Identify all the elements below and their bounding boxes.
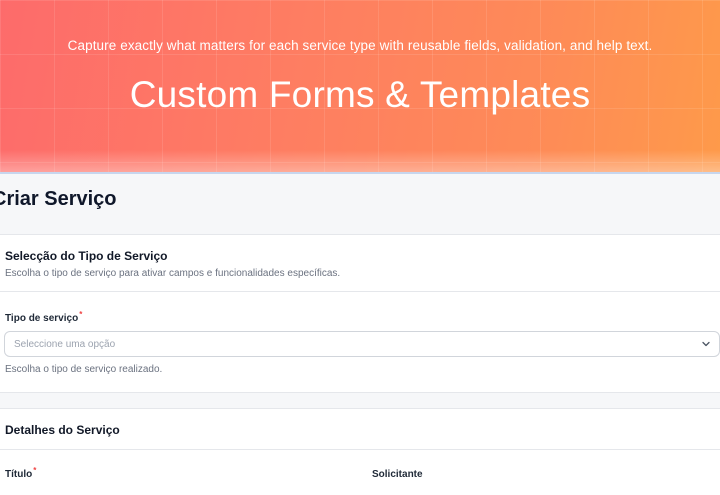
service-type-label-text: Tipo de serviço [5, 313, 79, 324]
app-window: Criar Serviço Selecção do Tipo de Serviç… [0, 172, 720, 495]
title-field-label-text: Título [5, 469, 33, 480]
service-type-help: Escolha o tipo de serviço realizado. [5, 364, 163, 375]
chevron-down-icon [702, 341, 710, 347]
service-type-section-description: Escolha o tipo de serviço para ativar ca… [5, 268, 341, 279]
service-type-select[interactable]: Seleccione uma opção [4, 331, 720, 357]
required-mark: * [79, 310, 83, 319]
hero-title: Custom Forms & Templates [129, 74, 591, 115]
service-details-card: Detalhes do Serviço Título* Solicitante [0, 408, 720, 495]
details-section-title: Detalhes do Serviço [5, 423, 120, 437]
page-title: Criar Serviço [0, 188, 117, 210]
section-divider [0, 449, 720, 450]
hero-banner: Capture exactly what matters for each se… [0, 0, 720, 172]
service-type-label: Tipo de serviço* [5, 310, 83, 324]
title-field-label: Título* [5, 466, 37, 480]
required-mark: * [33, 466, 37, 475]
requester-field-label: Solicitante [372, 469, 423, 480]
service-type-card: Selecção do Tipo de Serviço Escolha o ti… [0, 234, 720, 393]
service-type-section-title: Selecção do Tipo de Serviço [5, 249, 168, 263]
service-type-placeholder: Seleccione uma opção [14, 339, 116, 350]
hero-subtitle: Capture exactly what matters for each se… [67, 38, 653, 53]
top-divider [0, 172, 720, 174]
section-divider [0, 291, 720, 292]
requester-field-label-text: Solicitante [372, 469, 423, 480]
